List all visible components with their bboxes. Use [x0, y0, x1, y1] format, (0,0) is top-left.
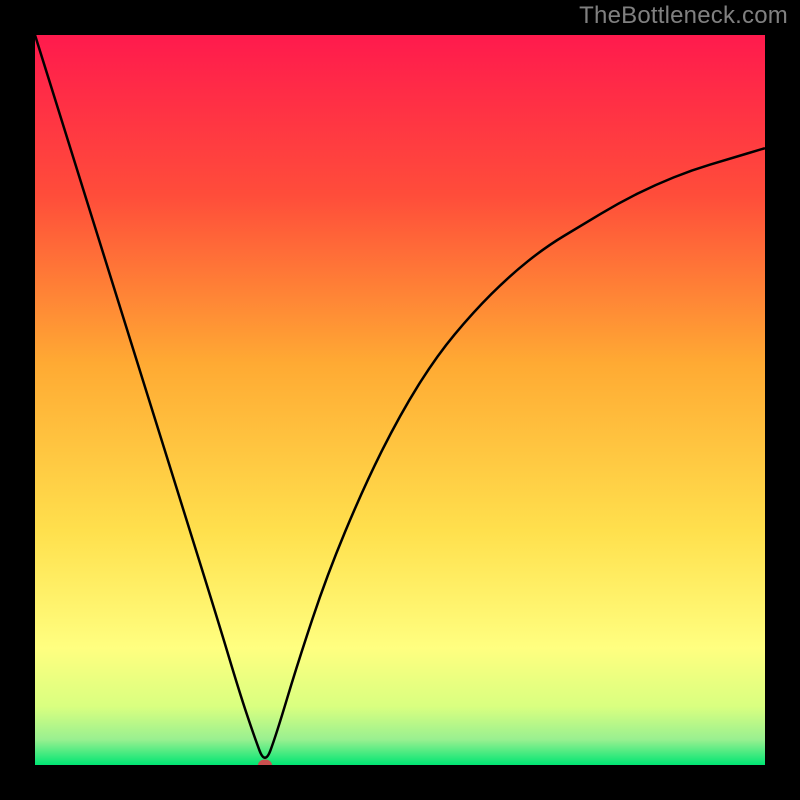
optimal-point-marker	[258, 760, 272, 766]
bottleneck-curve	[35, 35, 765, 765]
watermark-text: TheBottleneck.com	[579, 2, 788, 30]
plot-area	[35, 35, 765, 765]
